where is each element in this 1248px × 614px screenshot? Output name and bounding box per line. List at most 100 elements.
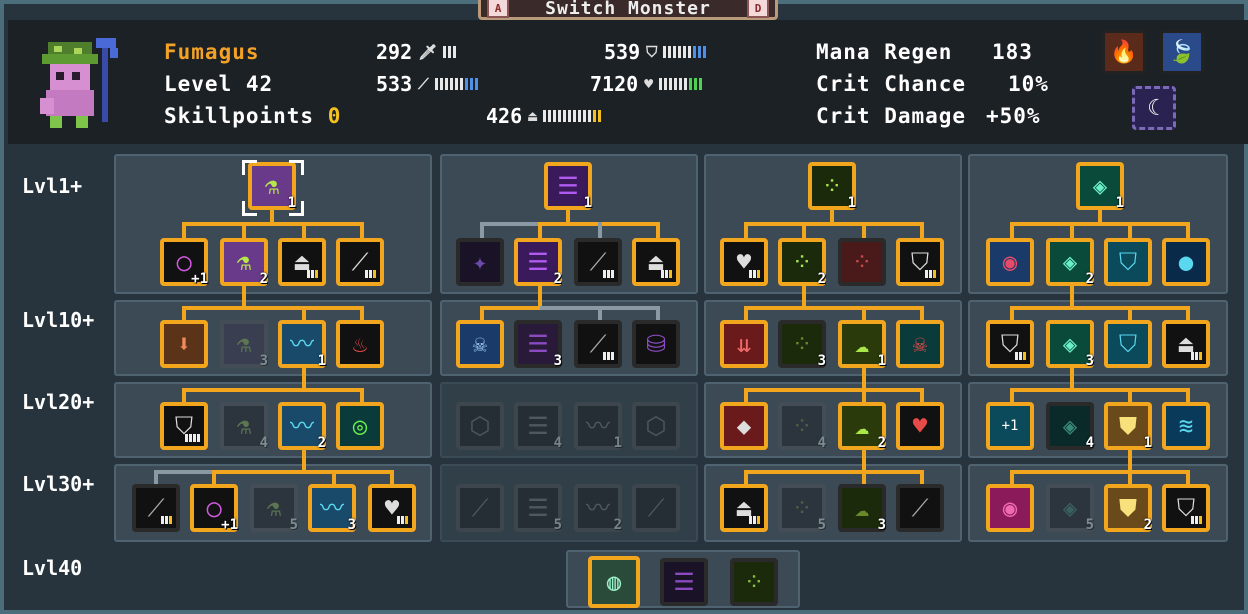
- wand-icon: ⟋: [418, 75, 429, 93]
- wave-icon: 〰: [586, 494, 610, 522]
- claw-icon: ☰: [673, 568, 695, 596]
- candles-icon: ♨: [352, 330, 368, 358]
- skill-t3-spores-4[interactable]: ⁘ 5: [778, 484, 826, 533]
- skill-t1-potion-4[interactable]: ⚗ 5: [250, 484, 298, 533]
- skill-t1-wave-2[interactable]: 〰 2: [278, 402, 326, 451]
- eye-icon: ◉: [1002, 248, 1018, 276]
- skill-t1-potion-3[interactable]: ⚗ 4: [220, 402, 268, 451]
- claw-icon: ☰: [557, 172, 579, 200]
- potion-icon: ⚗: [236, 412, 252, 440]
- skill-t4-gold-shield[interactable]: ⛊ 1: [1104, 402, 1152, 451]
- skill-t1-candles[interactable]: ♨: [336, 320, 384, 368]
- skill-t3-spore-cloud-3[interactable]: ☁ 3: [838, 484, 886, 533]
- skill-t2-root[interactable]: ☰ 1: [544, 162, 592, 211]
- skill-t3-dagger[interactable]: ⟋: [896, 484, 944, 532]
- ultimate-spores[interactable]: ⁘: [730, 558, 778, 606]
- skill-t3-spore-cloud[interactable]: ☁ 1: [838, 320, 886, 369]
- ultimate-rainbow-orb[interactable]: ◍: [588, 556, 640, 608]
- tier-label-30: Lvl30+: [22, 472, 95, 496]
- skill-t2-magic-2[interactable]: ⟋: [574, 320, 622, 368]
- skill-t2-locked-1[interactable]: ⬡: [456, 402, 504, 450]
- skill-t4-bubble[interactable]: +1: [986, 402, 1034, 450]
- claw-icon: ☰: [527, 330, 549, 358]
- skill-t4-defense-2[interactable]: ⛉: [1162, 484, 1210, 532]
- fire-element-icon[interactable]: 🔥: [1102, 30, 1146, 74]
- skill-t3-mana-diamond[interactable]: ◆: [720, 402, 768, 450]
- skill-t3-spores-3[interactable]: ⁘ 4: [778, 402, 826, 451]
- skill-t4-mana[interactable]: ⏏: [1162, 320, 1210, 368]
- skill-t2-locked-3[interactable]: 〰 1: [574, 402, 622, 451]
- monster-header: Fumagus Level 42 Skillpoints 0 292 🗡 533 ⟋…: [8, 20, 1248, 144]
- mana-bar: [543, 110, 602, 122]
- skill-t2-magic[interactable]: ⟋: [574, 238, 622, 286]
- skill-t1-mana[interactable]: ⏏: [278, 238, 326, 286]
- skill-t1-magic[interactable]: ⟋: [336, 238, 384, 286]
- crystal-icon: ◈: [1062, 494, 1078, 522]
- skill-t4-root[interactable]: ◈ 1: [1076, 162, 1124, 211]
- skill-t4-shield-mana[interactable]: ⛉: [1104, 238, 1152, 286]
- skill-t4-crystal-2[interactable]: ◈ 3: [1046, 320, 1094, 369]
- moon-icon[interactable]: ☾: [1132, 86, 1176, 130]
- skill-t3-heart-leaf[interactable]: ♥: [896, 402, 944, 450]
- skill-t4-shield-mana-2[interactable]: ⛉: [1104, 320, 1152, 368]
- skill-t4-gold-shield-2[interactable]: ⛊ 2: [1104, 484, 1152, 533]
- ultimate-claw[interactable]: ☰: [660, 558, 708, 606]
- skill-t1-ring[interactable]: ◯ +1: [160, 238, 208, 287]
- skill-t2-locked-5[interactable]: ⟋: [456, 484, 504, 532]
- skill-t3-skull-orb[interactable]: ☠: [896, 320, 944, 368]
- skill-t2-locked-7[interactable]: 〰 2: [574, 484, 622, 533]
- skill-t4-crystal[interactable]: ◈ 2: [1046, 238, 1094, 287]
- tier-label-40: Lvl40: [22, 556, 83, 580]
- skill-t1-down[interactable]: ⬇: [160, 320, 208, 368]
- skill-t2-locked-2[interactable]: ☰ 4: [514, 402, 562, 451]
- skill-t2-skull[interactable]: ☠: [456, 320, 504, 368]
- skill-t4-defense[interactable]: ⛉: [986, 320, 1034, 368]
- window-title: Switch Monster: [545, 0, 711, 19]
- skill-t3-red-spores[interactable]: ⁘: [838, 238, 886, 286]
- wave-icon: 〰: [320, 494, 344, 522]
- skill-t2-locked-8[interactable]: ⟋: [632, 484, 680, 532]
- skill-t1-defense[interactable]: ⛉: [160, 402, 208, 450]
- skill-t1-potion-2[interactable]: ⚗ 3: [220, 320, 268, 369]
- skill-t3-defense[interactable]: ⛉: [896, 238, 944, 286]
- skill-t1-ring-2[interactable]: ◯ +1: [190, 484, 238, 533]
- skill-t3-health[interactable]: ♥: [720, 238, 768, 286]
- skill-t1-wave[interactable]: 〰 1: [278, 320, 326, 369]
- prev-monster-key[interactable]: A: [487, 0, 509, 18]
- nature-shield-icon[interactable]: 🍃: [1160, 30, 1204, 74]
- rainbow-orb-icon: ◍: [606, 568, 622, 596]
- skill-t2-claw[interactable]: ☰ 2: [514, 238, 562, 287]
- locked-skill-icon: ⟋: [471, 494, 489, 522]
- skill-t3-root[interactable]: ⁘ 1: [808, 162, 856, 211]
- wave-icon: 〰: [290, 412, 314, 440]
- skill-t2-mana[interactable]: ⏏: [632, 238, 680, 286]
- skill-t2-stars[interactable]: ✦: [456, 238, 504, 286]
- stars-icon: ✦: [472, 248, 488, 276]
- next-monster-key[interactable]: D: [747, 0, 769, 18]
- skill-t2-claw-2[interactable]: ☰ 3: [514, 320, 562, 369]
- spores-icon: ⁘: [791, 494, 813, 522]
- skill-t3-spores-2[interactable]: ⁘ 3: [778, 320, 826, 369]
- locked-skill-icon: ⬡: [469, 412, 491, 440]
- skill-t4-orb[interactable]: ●: [1162, 238, 1210, 286]
- skill-t4-crystal-4[interactable]: ◈ 5: [1046, 484, 1094, 533]
- stat-mana: 426 ⏏: [486, 104, 602, 128]
- skill-t3-spore-cloud-2[interactable]: ☁ 2: [838, 402, 886, 451]
- skill-t3-arrows[interactable]: ⇊: [720, 320, 768, 368]
- skill-t2-locked-6[interactable]: ☰ 5: [514, 484, 562, 533]
- skill-t3-spores[interactable]: ⁘ 2: [778, 238, 826, 287]
- skill-t1-wave-3[interactable]: 〰 3: [308, 484, 356, 533]
- skill-t1-magic-2[interactable]: ⟋: [132, 484, 180, 532]
- skill-t1-health[interactable]: ♥: [368, 484, 416, 532]
- skill-t3-mana[interactable]: ⏏: [720, 484, 768, 532]
- skill-t4-eye[interactable]: ◉: [986, 238, 1034, 286]
- skill-t1-vortex[interactable]: ◎: [336, 402, 384, 450]
- crit-damage-value: +50%: [986, 104, 1041, 128]
- skill-t1-potion[interactable]: ⚗ 2: [220, 238, 268, 287]
- skill-t2-bag[interactable]: ⛁: [632, 320, 680, 368]
- skill-t4-ripple[interactable]: ≋: [1162, 402, 1210, 450]
- skill-t4-crystal-3[interactable]: ◈ 4: [1046, 402, 1094, 451]
- skill-t2-locked-4[interactable]: ⬡: [632, 402, 680, 450]
- skill-t4-pink-eye[interactable]: ◉: [986, 484, 1034, 532]
- stat-defense: 539 ⛉: [604, 40, 707, 64]
